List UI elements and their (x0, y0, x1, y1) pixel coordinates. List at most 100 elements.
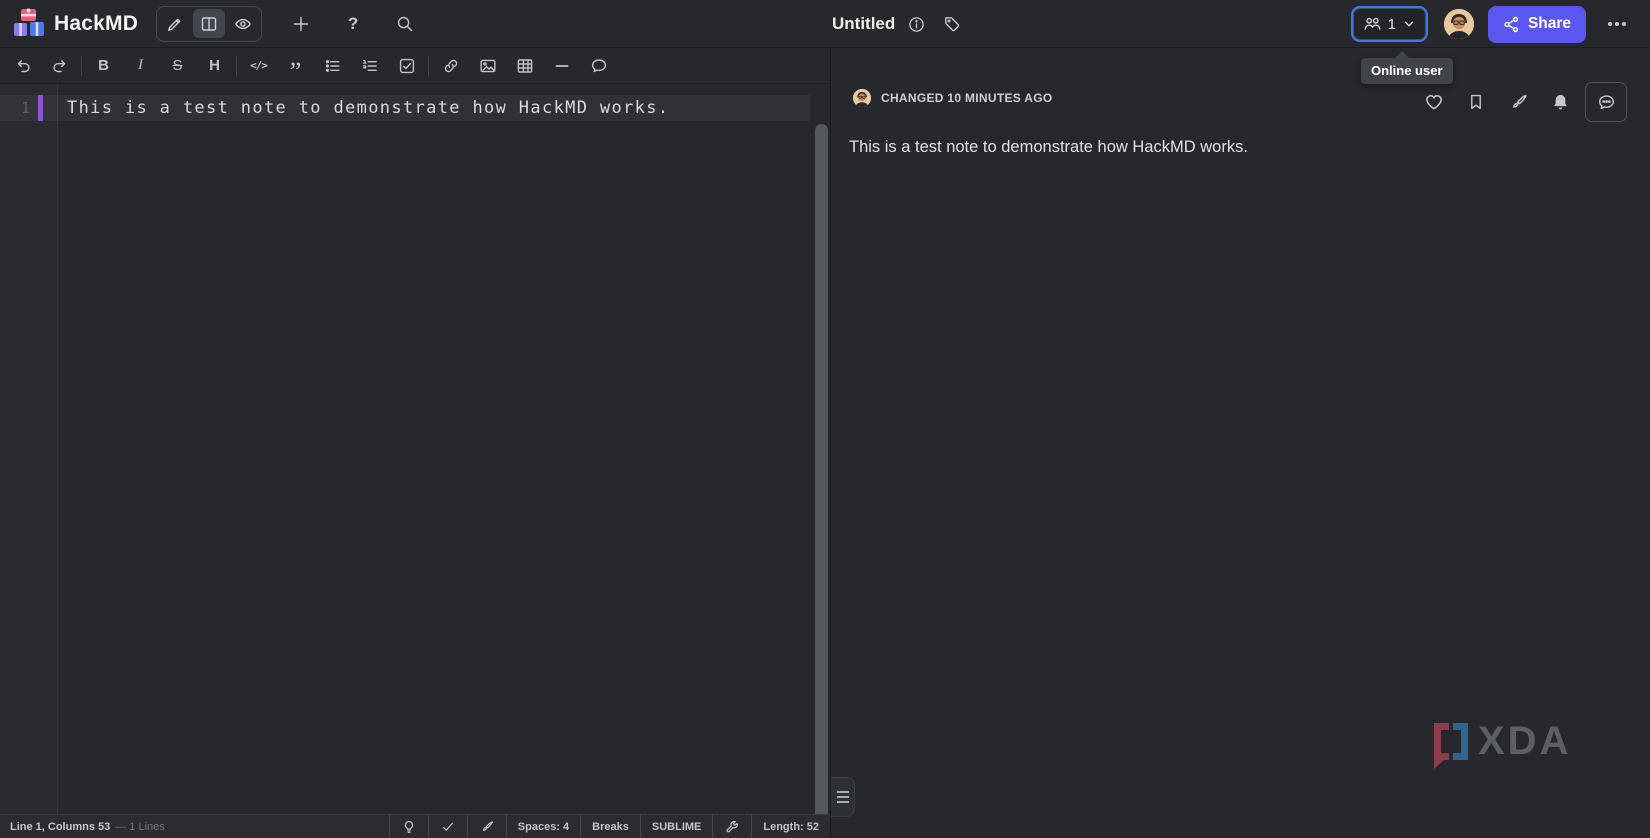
grip-icon (836, 791, 849, 803)
heart-icon (1426, 95, 1442, 110)
more-options-button[interactable] (1600, 7, 1634, 41)
preview-content: This is a test note to demonstrate how H… (849, 138, 1248, 156)
image-icon (480, 59, 496, 72)
horizontal-rule-button[interactable] (543, 49, 580, 83)
checklist-button[interactable] (388, 49, 425, 83)
plus-icon (293, 16, 309, 31)
online-user-tooltip: Online user (1361, 58, 1453, 84)
editor-area[interactable]: 1 This is a test note to demonstrate how… (0, 84, 830, 838)
night-mode-toggle[interactable] (388, 815, 428, 838)
preview-header: CHANGED 10 MINUTES AGO Online user (831, 48, 1650, 128)
search-button[interactable] (388, 7, 422, 41)
topbar: HackMD ? Untitled 1 Share (0, 0, 1650, 48)
last-changed[interactable]: CHANGED 10 MINUTES AGO (853, 89, 1053, 107)
customize-button[interactable] (1497, 82, 1539, 122)
doc-length: Length: 52 (751, 815, 830, 838)
share-button[interactable]: Share (1487, 5, 1586, 43)
linebreak-setting[interactable]: Breaks (580, 815, 640, 838)
ellipsis-icon (1608, 22, 1626, 26)
xda-watermark-text: XDA (1478, 719, 1572, 763)
lightbulb-icon (404, 820, 413, 833)
subscribe-button[interactable] (1539, 82, 1581, 122)
pencil-icon (168, 18, 181, 31)
heading-button[interactable]: H (196, 49, 233, 83)
strikethrough-button[interactable]: S (159, 49, 196, 83)
brand-name[interactable]: HackMD (54, 12, 138, 36)
help-button[interactable]: ? (336, 7, 370, 41)
editor-statusbar: Line 1, Columns 53 — 1 Lines Spaces: 4 B… (0, 814, 830, 838)
note-tags-button[interactable] (937, 9, 967, 39)
brush-icon (482, 820, 493, 831)
insert-image-button[interactable] (469, 49, 506, 83)
tag-icon (945, 17, 960, 32)
redo-button[interactable] (41, 49, 78, 83)
new-note-button[interactable] (284, 7, 318, 41)
view-mode-group (156, 5, 263, 42)
view-mode-button[interactable] (227, 9, 259, 38)
comment-button[interactable] (580, 49, 617, 83)
preferences-button[interactable] (712, 815, 751, 838)
theme-brush-button[interactable] (466, 815, 506, 838)
user-avatar[interactable] (1443, 9, 1474, 39)
code-block-button[interactable]: </> (240, 49, 277, 83)
preview-pane: CHANGED 10 MINUTES AGO Online user This … (830, 48, 1650, 838)
bell-icon (1553, 94, 1567, 109)
people-icon (1364, 17, 1381, 30)
share-label: Share (1527, 15, 1571, 32)
numbered-list-button[interactable] (351, 49, 388, 83)
edit-mode-button[interactable] (159, 9, 191, 38)
italic-button[interactable]: I (122, 49, 159, 83)
search-icon (397, 16, 413, 31)
line-count-text: — 1 Lines (115, 820, 165, 833)
cursor-position: Line 1, Columns 53 — 1 Lines (0, 815, 165, 838)
changed-line-marker (38, 95, 43, 121)
online-count: 1 (1387, 15, 1396, 33)
bookmark-icon (1471, 94, 1481, 110)
numbered-list-icon (362, 59, 377, 71)
editor-pane: B I S H </> ” 1 This is a test note to d… (0, 48, 830, 838)
xda-watermark: XDA (1434, 719, 1572, 769)
changed-timestamp: CHANGED 10 MINUTES AGO (881, 91, 1053, 105)
checklist-icon (399, 58, 414, 73)
blockquote-button[interactable]: ” (277, 49, 314, 84)
link-button[interactable] (432, 49, 469, 83)
insert-table-button[interactable] (506, 49, 543, 83)
redo-icon (52, 59, 65, 72)
indent-setting[interactable]: Spaces: 4 (505, 815, 580, 838)
bookmark-button[interactable] (1455, 82, 1497, 122)
editor-scrollbar[interactable] (815, 124, 828, 838)
note-title: Untitled (832, 14, 896, 33)
split-mode-button[interactable] (193, 9, 226, 38)
bold-button[interactable]: B (85, 49, 122, 83)
undo-button[interactable] (4, 49, 41, 83)
author-avatar (853, 89, 871, 107)
pane-resize-handle[interactable] (831, 777, 855, 817)
spellcheck-toggle[interactable] (427, 815, 467, 838)
toolbar-divider (81, 55, 82, 76)
line-number: 1 (20, 99, 30, 117)
toolbar-divider (428, 55, 429, 76)
online-users-button[interactable]: 1 (1350, 6, 1428, 42)
xda-right-bracket-icon (1453, 722, 1468, 760)
bullet-list-button[interactable] (314, 49, 351, 83)
split-view-icon (201, 16, 217, 31)
info-icon (909, 16, 924, 32)
editor-gutter (0, 84, 58, 822)
eye-icon (235, 18, 251, 29)
table-icon (517, 58, 532, 73)
like-button[interactable] (1413, 82, 1455, 122)
editor-toolbar: B I S H </> ” (0, 48, 830, 84)
note-info-button[interactable] (901, 9, 931, 39)
chevron-down-icon (1404, 21, 1414, 27)
comment-icon (591, 58, 606, 72)
comments-panel-button[interactable] (1585, 82, 1627, 122)
hackmd-logo-icon[interactable] (12, 7, 46, 41)
keymap-setting[interactable]: SUBLIME (639, 815, 713, 838)
share-nodes-icon (1504, 16, 1519, 32)
editor-text[interactable]: This is a test note to demonstrate how H… (67, 95, 669, 121)
bullet-list-icon (325, 59, 339, 72)
brush-icon (1512, 94, 1527, 108)
check-icon (442, 822, 453, 831)
comment-dots-icon (1598, 94, 1614, 109)
toolbar-divider (236, 55, 237, 76)
